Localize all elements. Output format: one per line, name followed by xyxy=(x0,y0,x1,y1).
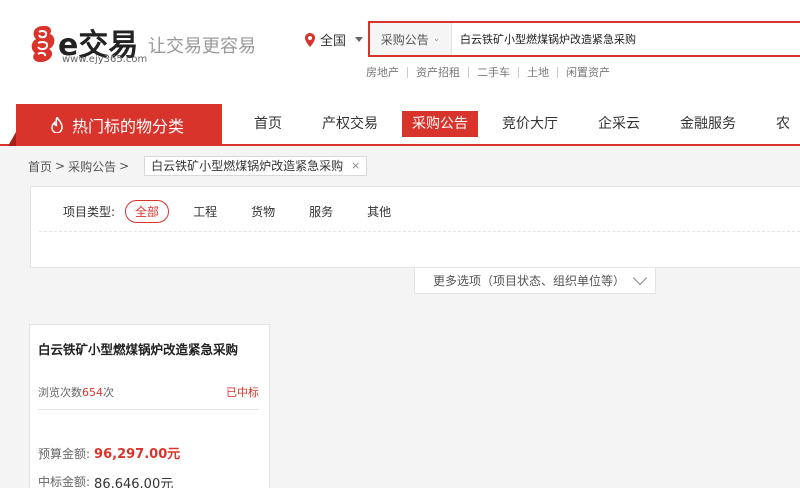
divider xyxy=(39,231,800,232)
bid-label: 中标金额: xyxy=(38,475,91,488)
region-label: 全国 xyxy=(320,34,347,49)
hot-link-land[interactable]: 土地 xyxy=(518,67,557,78)
nav-items: 首页 产权交易 采购公告 竞价大厅 企采云 金融服务 农 xyxy=(238,104,800,144)
budget-label: 预算金额: xyxy=(38,447,91,461)
breadcrumb-home[interactable]: 首页 xyxy=(28,158,52,175)
divider xyxy=(38,409,259,410)
search-keyword-tag: 白云铁矿小型燃煤锅炉改造紧急采购 × xyxy=(144,156,368,176)
nav-item-property[interactable]: 产权交易 xyxy=(306,111,394,137)
project-type-filter: 项目类型: 全部 工程 货物 服务 其他 xyxy=(63,200,415,223)
search-category-label: 采购公告 xyxy=(380,32,429,47)
search-bar: 采购公告 ⌄ xyxy=(368,21,800,57)
search-input[interactable] xyxy=(452,24,792,54)
nav-item-enterprise-cloud[interactable]: 企采云 xyxy=(582,111,656,137)
chevron-down-icon: ⌄ xyxy=(432,34,441,44)
hot-category-tab[interactable]: 热门标的物分类 xyxy=(8,104,222,146)
status-badge: 已中标 xyxy=(226,386,259,399)
hot-link-used-car[interactable]: 二手车 xyxy=(468,67,518,78)
filter-option-other[interactable]: 其他 xyxy=(357,201,401,222)
slogan: 让交易更容易 xyxy=(148,36,256,57)
filter-option-goods[interactable]: 货物 xyxy=(241,201,285,222)
hot-link-real-estate[interactable]: 房地产 xyxy=(366,67,407,78)
nav-item-agriculture[interactable]: 农 xyxy=(760,111,800,137)
card-bid: 中标金额: 86,646.00元 xyxy=(38,473,173,488)
filter-option-engineering[interactable]: 工程 xyxy=(183,201,227,222)
filter-panel: 项目类型: 全部 工程 货物 服务 其他 xyxy=(30,186,800,268)
views-prefix: 浏览次数 xyxy=(38,386,82,399)
filter-option-all[interactable]: 全部 xyxy=(125,200,170,223)
card-title[interactable]: 白云铁矿小型燃煤锅炉改造紧急采购 xyxy=(38,339,238,358)
views-suffix: 次 xyxy=(103,386,114,399)
card-budget: 预算金额: 96,297.00元 xyxy=(38,443,180,462)
nav-item-procurement[interactable]: 采购公告 xyxy=(402,111,478,137)
card-views: 浏览次数654次 xyxy=(38,384,114,400)
site-header: e交易 www.ejy365.com 让交易更容易 全国 采购公告 ⌄ 房地产 … xyxy=(0,0,800,104)
nav-item-home[interactable]: 首页 xyxy=(238,111,298,137)
caret-down-icon xyxy=(355,37,364,42)
region-selector[interactable]: 全国 xyxy=(305,30,364,49)
more-options-label: 更多选项（项目状态、组织单位等） xyxy=(433,274,626,288)
hot-category-label: 热门标的物分类 xyxy=(72,117,185,136)
nav-item-auction[interactable]: 竞价大厅 xyxy=(486,111,574,137)
breadcrumb-sep: > xyxy=(55,159,66,173)
hot-links: 房地产 资产招租 二手车 土地 闲置资产 xyxy=(366,67,618,78)
nav-item-finance[interactable]: 金融服务 xyxy=(664,111,752,137)
chevron-down-icon xyxy=(632,270,648,286)
fire-icon xyxy=(51,117,63,133)
views-count: 654 xyxy=(82,386,103,399)
filter-option-services[interactable]: 服务 xyxy=(299,201,343,222)
more-options-toggle[interactable]: 更多选项（项目状态、组织单位等） xyxy=(414,268,656,294)
search-keyword-label: 白云铁矿小型燃煤锅炉改造紧急采购 xyxy=(151,159,344,173)
logo-mark-icon xyxy=(31,25,55,63)
hot-link-idle-asset[interactable]: 闲置资产 xyxy=(557,67,618,78)
procurement-card[interactable]: 白云铁矿小型燃煤锅炉改造紧急采购 浏览次数654次 已中标 预算金额: 96,2… xyxy=(29,324,270,488)
logo-url: www.ejy365.com xyxy=(62,54,148,65)
search-category-select[interactable]: 采购公告 ⌄ xyxy=(370,23,452,55)
filter-label: 项目类型: xyxy=(63,205,116,219)
hot-link-asset-lease[interactable]: 资产招租 xyxy=(407,67,468,78)
breadcrumb: 首页 > 采购公告 > 白云铁矿小型燃煤锅炉改造紧急采购 × xyxy=(28,156,368,176)
location-pin-icon xyxy=(305,32,315,47)
bid-amount: 86,646.00元 xyxy=(94,477,174,488)
breadcrumb-sep: > xyxy=(119,159,130,173)
breadcrumb-section[interactable]: 采购公告 xyxy=(68,158,116,175)
budget-amount: 96,297.00元 xyxy=(94,447,181,462)
close-icon[interactable]: × xyxy=(351,157,360,175)
site-logo[interactable]: e交易 www.ejy365.com xyxy=(28,20,148,70)
main-nav: 热门标的物分类 首页 产权交易 采购公告 竞价大厅 企采云 金融服务 农 xyxy=(0,104,800,146)
